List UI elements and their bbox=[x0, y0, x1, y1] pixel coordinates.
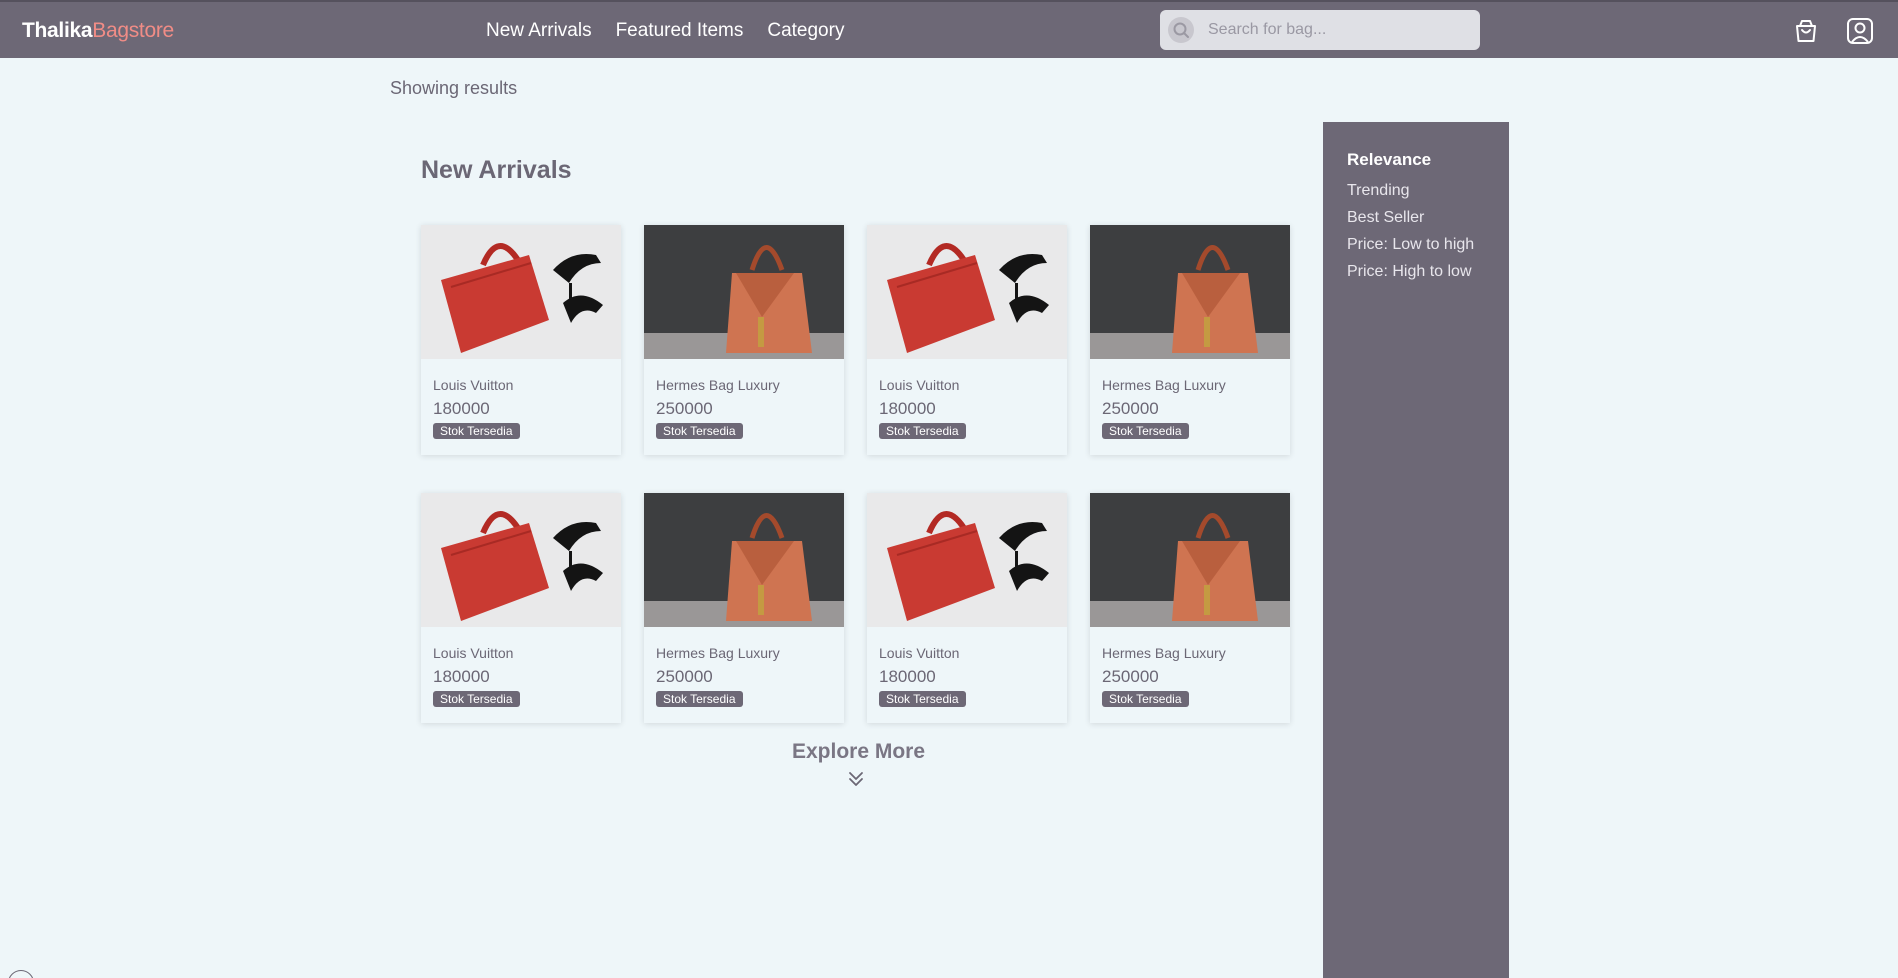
red-handbag-image bbox=[421, 493, 621, 627]
stock-badge: Stok Tersedia bbox=[1102, 423, 1189, 439]
top-navbar: ThalikaBagstore New Arrivals Featured It… bbox=[0, 0, 1898, 58]
product-name: Hermes Bag Luxury bbox=[656, 377, 780, 393]
stock-badge: Stok Tersedia bbox=[433, 423, 520, 439]
search-bar bbox=[1160, 10, 1480, 50]
main-nav: New Arrivals Featured Items Category bbox=[486, 20, 844, 42]
orange-handbag-image bbox=[644, 225, 844, 359]
product-name: Louis Vuitton bbox=[433, 377, 514, 393]
sort-option-trending[interactable]: Trending bbox=[1347, 182, 1485, 200]
product-name: Louis Vuitton bbox=[879, 645, 960, 661]
stock-badge: Stok Tersedia bbox=[879, 691, 966, 707]
user-profile-icon[interactable] bbox=[1845, 16, 1875, 46]
product-price: 180000 bbox=[433, 399, 490, 418]
product-price: 250000 bbox=[656, 667, 713, 686]
orange-handbag-image bbox=[644, 493, 844, 627]
product-card[interactable]: Hermes Bag Luxury 250000 Stok Tersedia bbox=[1090, 493, 1290, 723]
product-name: Hermes Bag Luxury bbox=[1102, 645, 1226, 661]
product-price: 250000 bbox=[656, 399, 713, 418]
product-price: 250000 bbox=[1102, 667, 1159, 686]
shopping-bag-icon[interactable] bbox=[1792, 17, 1820, 45]
brand-name-part2: Bagstore bbox=[92, 19, 174, 42]
double-chevron-down-icon[interactable] bbox=[848, 770, 864, 788]
brand-logo[interactable]: ThalikaBagstore bbox=[22, 19, 174, 43]
stock-badge: Stok Tersedia bbox=[656, 423, 743, 439]
stock-badge: Stok Tersedia bbox=[1102, 691, 1189, 707]
explore-more-button[interactable]: Explore More bbox=[792, 740, 925, 764]
search-icon[interactable] bbox=[1168, 17, 1194, 43]
section-title: New Arrivals bbox=[421, 156, 572, 184]
product-name: Hermes Bag Luxury bbox=[1102, 377, 1226, 393]
red-handbag-image bbox=[867, 225, 1067, 359]
product-card[interactable]: Louis Vuitton 180000 Stok Tersedia bbox=[421, 225, 621, 455]
stock-badge: Stok Tersedia bbox=[656, 691, 743, 707]
nav-link-new-arrivals[interactable]: New Arrivals bbox=[486, 20, 592, 42]
product-card[interactable]: Louis Vuitton 180000 Stok Tersedia bbox=[867, 493, 1067, 723]
red-handbag-image bbox=[867, 493, 1067, 627]
brand-name-part1: Thalika bbox=[22, 19, 93, 42]
product-price: 180000 bbox=[433, 667, 490, 686]
product-card[interactable]: Hermes Bag Luxury 250000 Stok Tersedia bbox=[644, 493, 844, 723]
product-card[interactable]: Hermes Bag Luxury 250000 Stok Tersedia bbox=[1090, 225, 1290, 455]
stock-badge: Stok Tersedia bbox=[879, 423, 966, 439]
product-card[interactable]: Louis Vuitton 180000 Stok Tersedia bbox=[867, 225, 1067, 455]
product-price: 180000 bbox=[879, 399, 936, 418]
results-label: Showing results bbox=[390, 78, 518, 98]
product-grid: Louis Vuitton 180000 Stok Tersedia Herme… bbox=[421, 225, 1291, 723]
nav-link-featured-items[interactable]: Featured Items bbox=[616, 20, 744, 42]
stock-badge: Stok Tersedia bbox=[433, 691, 520, 707]
product-price: 250000 bbox=[1102, 399, 1159, 418]
product-card[interactable]: Hermes Bag Luxury 250000 Stok Tersedia bbox=[644, 225, 844, 455]
orange-handbag-image bbox=[1090, 225, 1290, 359]
red-handbag-image bbox=[421, 225, 621, 359]
search-input[interactable] bbox=[1208, 10, 1468, 50]
sort-title[interactable]: Relevance bbox=[1347, 150, 1485, 170]
sort-option-price-high-low[interactable]: Price: High to low bbox=[1347, 263, 1485, 281]
sort-option-price-low-high[interactable]: Price: Low to high bbox=[1347, 236, 1485, 254]
orange-handbag-image bbox=[1090, 493, 1290, 627]
scroll-indicator-icon bbox=[8, 970, 34, 978]
nav-link-category[interactable]: Category bbox=[767, 20, 844, 42]
product-name: Louis Vuitton bbox=[433, 645, 514, 661]
product-name: Hermes Bag Luxury bbox=[656, 645, 780, 661]
product-name: Louis Vuitton bbox=[879, 377, 960, 393]
sort-sidebar: Relevance Trending Best Seller Price: Lo… bbox=[1323, 122, 1509, 978]
sort-option-best-seller[interactable]: Best Seller bbox=[1347, 209, 1485, 227]
product-price: 180000 bbox=[879, 667, 936, 686]
product-card[interactable]: Louis Vuitton 180000 Stok Tersedia bbox=[421, 493, 621, 723]
